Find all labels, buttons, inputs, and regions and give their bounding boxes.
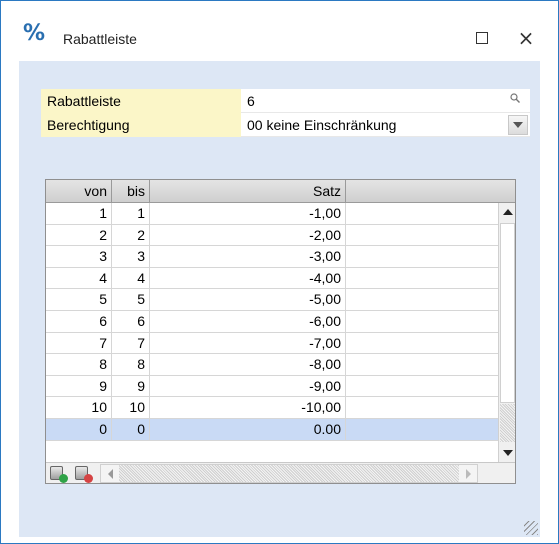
cell-bis[interactable]: 5	[112, 289, 150, 311]
berechtigung-label: Berechtigung	[41, 113, 241, 137]
title-bar[interactable]: % Rabattleiste ×	[1, 1, 558, 61]
horizontal-scrollbar[interactable]	[100, 464, 478, 483]
cell-satz[interactable]: -10,00	[150, 397, 346, 419]
arrow-left-icon	[107, 468, 113, 479]
window: % Rabattleiste × Rabattleiste 6 Berechti…	[0, 0, 559, 544]
table-row[interactable]: 1 1 -1,00	[46, 203, 498, 225]
cell-von[interactable]: 8	[46, 354, 112, 376]
table-row[interactable]: 2 2 -2,00	[46, 224, 498, 247]
berechtigung-value: 00 keine Einschränkung	[247, 117, 397, 133]
cell-von[interactable]: 2	[46, 224, 112, 246]
cell-bis[interactable]: 0	[112, 419, 150, 440]
cell-von[interactable]: 3	[46, 246, 112, 268]
grid-header: von bis Satz	[46, 180, 515, 203]
column-header-von[interactable]: von	[46, 180, 112, 203]
cell-von[interactable]: 10	[46, 397, 112, 419]
cell-von[interactable]: 0	[46, 419, 112, 440]
discount-grid: von bis Satz 1 1 -1,00 2 2 -2,00 3 3 -3,…	[45, 179, 516, 484]
cell-satz[interactable]: -5,00	[150, 289, 346, 311]
cell-bis[interactable]: 4	[112, 267, 150, 289]
maximize-icon	[476, 32, 488, 44]
scroll-right-button[interactable]	[459, 465, 477, 482]
cell-bis[interactable]: 1	[112, 203, 150, 224]
cell-satz[interactable]: -2,00	[150, 224, 346, 246]
cell-bis[interactable]: 10	[112, 397, 150, 419]
percent-icon: %	[23, 21, 46, 46]
table-row[interactable]: 3 3 -3,00	[46, 246, 498, 268]
table-row[interactable]: 5 5 -5,00	[46, 289, 498, 311]
scroll-up-button[interactable]	[499, 203, 515, 221]
vertical-scrollbar[interactable]	[498, 203, 515, 462]
cell-bis[interactable]: 8	[112, 354, 150, 376]
column-header-satz[interactable]: Satz	[150, 180, 346, 203]
cell-von[interactable]: 9	[46, 375, 112, 397]
scroll-left-button[interactable]	[101, 465, 119, 482]
close-icon: ×	[517, 26, 535, 50]
column-header-empty	[346, 180, 515, 203]
table-row[interactable]: 10 10 -10,00	[46, 397, 498, 419]
cell-von[interactable]: 4	[46, 267, 112, 289]
table-row[interactable]: 4 4 -4,00	[46, 267, 498, 290]
plus-icon	[59, 474, 68, 483]
cell-bis[interactable]: 7	[112, 332, 150, 354]
cell-satz[interactable]: -3,00	[150, 246, 346, 268]
cell-satz[interactable]: -6,00	[150, 311, 346, 332]
column-header-bis[interactable]: bis	[112, 180, 150, 203]
cell-satz[interactable]: -4,00	[150, 267, 346, 289]
cell-satz[interactable]: -8,00	[150, 354, 346, 376]
cell-von[interactable]: 5	[46, 289, 112, 311]
arrow-down-icon	[503, 450, 513, 456]
new-row[interactable]: 0 0 0.00	[46, 419, 498, 441]
resize-grip-icon[interactable]	[524, 521, 538, 535]
cell-satz[interactable]: -9,00	[150, 375, 346, 397]
table-row[interactable]: 7 7 -7,00	[46, 332, 498, 355]
cell-bis[interactable]: 9	[112, 375, 150, 397]
cell-von[interactable]: 7	[46, 332, 112, 354]
client-area: Rabattleiste 6 Berechtigung 00 keine Ein…	[19, 61, 540, 537]
grid-footer	[46, 462, 515, 483]
chevron-down-icon	[513, 122, 523, 128]
cell-satz[interactable]: 0.00	[150, 419, 346, 440]
add-row-button[interactable]	[49, 464, 69, 483]
lookup-icon[interactable]	[510, 93, 520, 106]
minus-icon	[84, 474, 93, 483]
berechtigung-select[interactable]: 00 keine Einschränkung	[241, 113, 530, 137]
cell-satz[interactable]: -7,00	[150, 332, 346, 354]
rabattleiste-row: Rabattleiste 6	[41, 89, 530, 113]
rabattleiste-value: 6	[247, 93, 255, 109]
delete-row-button[interactable]	[74, 464, 94, 483]
table-row[interactable]: 9 9 -9,00	[46, 375, 498, 398]
scroll-track[interactable]	[500, 404, 515, 442]
table-row[interactable]: 8 8 -8,00	[46, 354, 498, 376]
cell-von[interactable]: 1	[46, 203, 112, 224]
cell-bis[interactable]: 6	[112, 311, 150, 332]
maximize-button[interactable]	[467, 23, 497, 53]
cell-bis[interactable]: 2	[112, 224, 150, 246]
cell-bis[interactable]: 3	[112, 246, 150, 268]
close-button[interactable]: ×	[511, 23, 541, 53]
arrow-right-icon	[465, 468, 471, 479]
arrow-up-icon	[503, 209, 513, 215]
cell-satz[interactable]: -1,00	[150, 203, 346, 224]
dropdown-button[interactable]	[508, 115, 528, 135]
scroll-down-button[interactable]	[499, 444, 515, 462]
table-row[interactable]: 6 6 -6,00	[46, 311, 498, 333]
scroll-thumb[interactable]	[500, 223, 515, 403]
rabattleiste-field[interactable]: 6	[241, 89, 530, 113]
cell-von[interactable]: 6	[46, 311, 112, 332]
berechtigung-row: Berechtigung 00 keine Einschränkung	[41, 113, 530, 137]
window-title: Rabattleiste	[63, 31, 137, 47]
rabattleiste-label: Rabattleiste	[41, 89, 241, 113]
grid-rows: 1 1 -1,00 2 2 -2,00 3 3 -3,00 4 4 -4,00 …	[46, 203, 498, 462]
